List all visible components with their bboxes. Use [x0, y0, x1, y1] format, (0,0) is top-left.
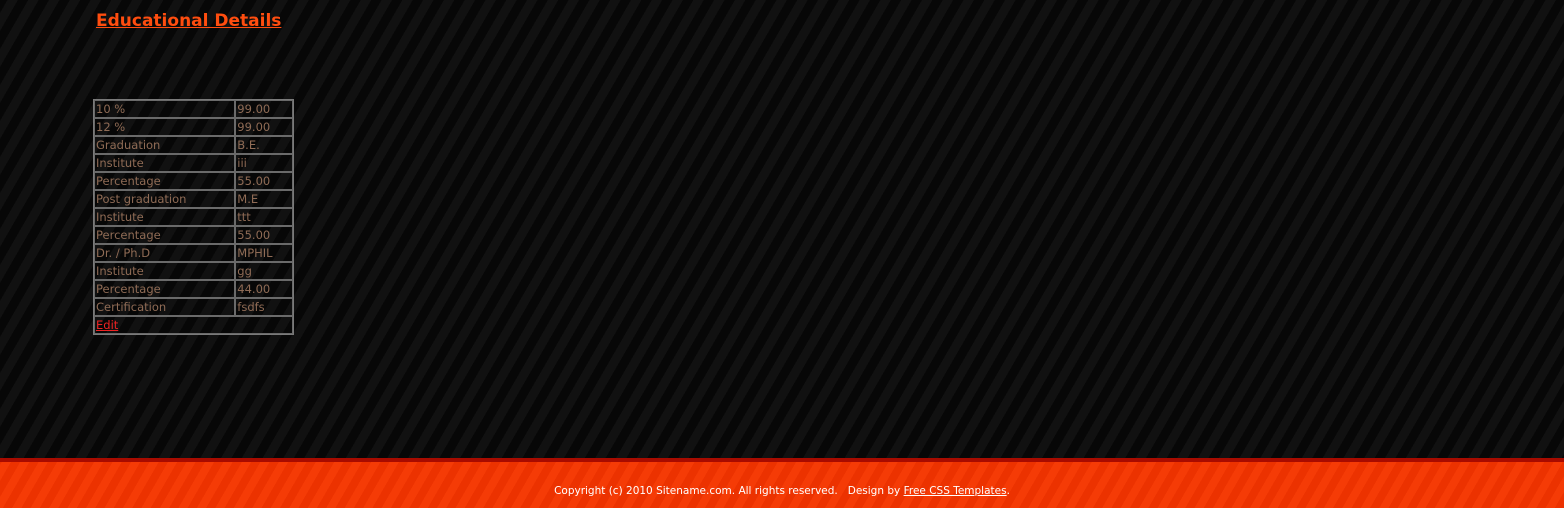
footer-end-punct: . — [1006, 485, 1010, 497]
row-label: Dr. / Ph.D — [94, 244, 236, 262]
row-label: Institute — [94, 208, 236, 226]
table-row: Institute iii — [94, 154, 293, 172]
row-label: 10 % — [94, 100, 236, 118]
footer-text: Copyright (c) 2010 Sitename.com. All rig… — [0, 462, 1564, 498]
table-row: Percentage 55.00 — [94, 172, 293, 190]
edit-cell: Edit — [94, 316, 293, 334]
education-table: 10 % 99.00 12 % 99.00 Graduation B.E. In… — [93, 99, 294, 335]
table-row: Graduation B.E. — [94, 136, 293, 154]
table-row: Percentage 44.00 — [94, 280, 293, 298]
footer: Copyright (c) 2010 Sitename.com. All rig… — [0, 458, 1564, 508]
table-row: 10 % 99.00 — [94, 100, 293, 118]
row-value: gg — [235, 262, 293, 280]
row-value: ttt — [235, 208, 293, 226]
page-title[interactable]: Educational Details — [96, 10, 281, 32]
row-value: 99.00 — [235, 100, 293, 118]
row-value: 55.00 — [235, 226, 293, 244]
row-label: Percentage — [94, 226, 236, 244]
row-value: 55.00 — [235, 172, 293, 190]
row-label: 12 % — [94, 118, 236, 136]
row-value: iii — [235, 154, 293, 172]
row-value: M.E — [235, 190, 293, 208]
row-label: Certification — [94, 298, 236, 316]
table-row: Dr. / Ph.D MPHIL — [94, 244, 293, 262]
table-row: Post graduation M.E — [94, 190, 293, 208]
table-row: Institute ttt — [94, 208, 293, 226]
copyright-text: Copyright (c) 2010 Sitename.com. All rig… — [554, 485, 838, 497]
row-label: Institute — [94, 262, 236, 280]
row-label: Graduation — [94, 136, 236, 154]
row-value: 99.00 — [235, 118, 293, 136]
table-row: Certification fsdfs — [94, 298, 293, 316]
row-label: Post graduation — [94, 190, 236, 208]
edit-row: Edit — [94, 316, 293, 334]
row-label: Institute — [94, 154, 236, 172]
table-row: Institute gg — [94, 262, 293, 280]
design-by-text: Design by — [847, 485, 901, 497]
row-value: MPHIL — [235, 244, 293, 262]
row-value: 44.00 — [235, 280, 293, 298]
row-label: Percentage — [94, 172, 236, 190]
main-content: Educational Details 10 % 99.00 12 % 99.0… — [0, 0, 1564, 458]
table-row: 12 % 99.00 — [94, 118, 293, 136]
row-value: fsdfs — [235, 298, 293, 316]
row-label: Percentage — [94, 280, 236, 298]
designer-link[interactable]: Free CSS Templates — [904, 485, 1007, 497]
table-row: Percentage 55.00 — [94, 226, 293, 244]
edit-link[interactable]: Edit — [96, 318, 118, 332]
row-value: B.E. — [235, 136, 293, 154]
